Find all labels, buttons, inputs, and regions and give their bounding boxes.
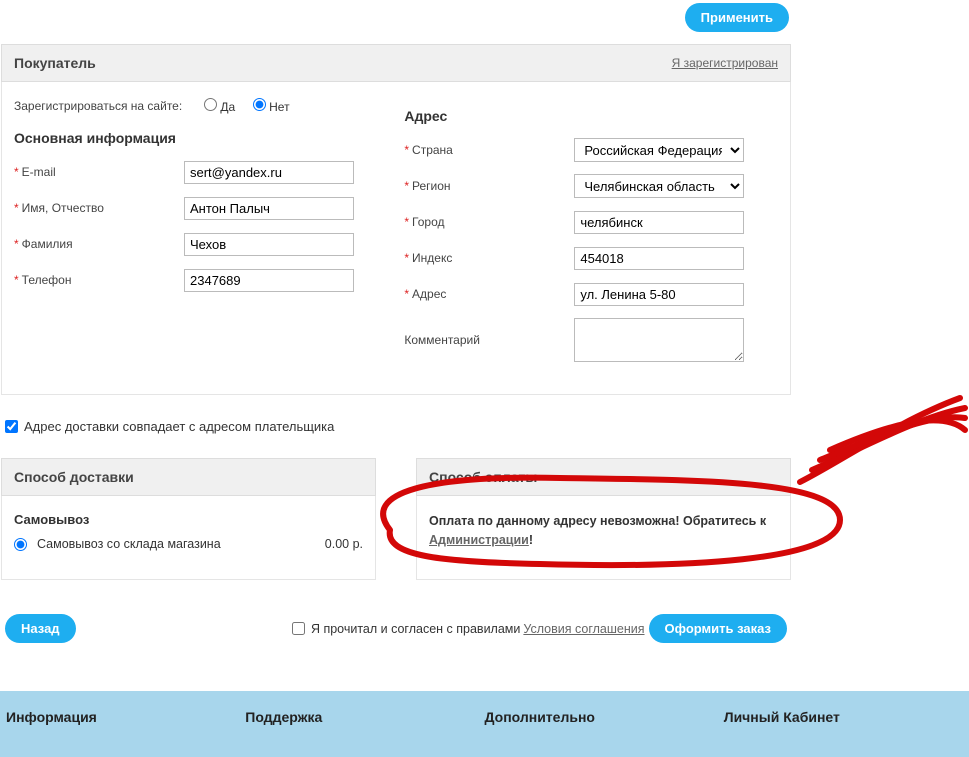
address-input[interactable] — [574, 283, 744, 306]
delivery-section-header: Способ доставки — [1, 458, 376, 496]
email-label: E-mail — [22, 165, 56, 179]
register-yes-radio[interactable] — [204, 98, 217, 111]
phone-label: Телефон — [22, 273, 72, 287]
footer-support[interactable]: Поддержка — [245, 709, 484, 725]
country-label: Страна — [412, 143, 453, 157]
same-address-checkbox[interactable] — [5, 420, 18, 433]
name-label: Имя, Отчество — [22, 201, 104, 215]
region-label: Регион — [412, 179, 451, 193]
payment-panel: Оплата по данному адресу невозможна! Обр… — [416, 496, 791, 580]
surname-input[interactable] — [184, 233, 354, 256]
agree-text: Я прочитал и согласен с правилами — [311, 622, 520, 636]
buyer-section-header: Покупатель Я зарегистрирован — [1, 44, 791, 82]
index-input[interactable] — [574, 247, 744, 270]
comment-label: Комментарий — [404, 333, 480, 347]
country-select[interactable]: Российская Федерация — [574, 138, 744, 162]
registered-link[interactable]: Я зарегистрирован — [672, 56, 778, 70]
pickup-price: 0.00 р. — [325, 537, 363, 551]
footer-more[interactable]: Дополнительно — [485, 709, 724, 725]
agree-checkbox[interactable] — [292, 622, 305, 635]
back-button[interactable]: Назад — [5, 614, 76, 643]
phone-input[interactable] — [184, 269, 354, 292]
footer: Информация Поддержка Дополнительно Личны… — [0, 691, 969, 757]
register-yes-option[interactable]: Да — [204, 100, 235, 114]
email-input[interactable] — [184, 161, 354, 184]
same-address-row[interactable]: Адрес доставки совпадает с адресом плате… — [1, 395, 968, 438]
apply-button[interactable]: Применить — [685, 3, 789, 32]
submit-order-button[interactable]: Оформить заказ — [649, 614, 787, 643]
register-label: Зарегистрироваться на сайте: — [14, 99, 204, 113]
register-no-radio[interactable] — [253, 98, 266, 111]
terms-link[interactable]: Условия соглашения — [523, 622, 644, 636]
buyer-title: Покупатель — [14, 55, 96, 71]
admin-link[interactable]: Администрации — [429, 533, 529, 547]
index-label: Индекс — [412, 251, 452, 265]
footer-info[interactable]: Информация — [6, 709, 245, 725]
address-heading: Адрес — [404, 108, 778, 124]
pickup-radio[interactable] — [14, 538, 27, 551]
footer-cabinet[interactable]: Личный Кабинет — [724, 709, 963, 725]
main-info-heading: Основная информация — [14, 130, 388, 146]
pickup-title: Самовывоз — [14, 512, 363, 527]
register-no-option[interactable]: Нет — [253, 100, 290, 114]
city-input[interactable] — [574, 211, 744, 234]
pickup-option-label: Самовывоз со склада магазина — [37, 537, 221, 551]
city-label: Город — [412, 215, 444, 229]
comment-textarea[interactable] — [574, 318, 744, 362]
address-label: Адрес — [412, 287, 446, 301]
payment-error-message: Оплата по данному адресу невозможна! Обр… — [429, 512, 778, 550]
region-select[interactable]: Челябинская область — [574, 174, 744, 198]
buyer-panel: Зарегистрироваться на сайте: Да Нет Осно… — [1, 82, 791, 395]
name-input[interactable] — [184, 197, 354, 220]
delivery-panel: Самовывоз Самовывоз со склада магазина 0… — [1, 496, 376, 580]
payment-section-header: Способ оплаты — [416, 458, 791, 496]
surname-label: Фамилия — [22, 237, 73, 251]
same-address-label: Адрес доставки совпадает с адресом плате… — [24, 419, 334, 434]
